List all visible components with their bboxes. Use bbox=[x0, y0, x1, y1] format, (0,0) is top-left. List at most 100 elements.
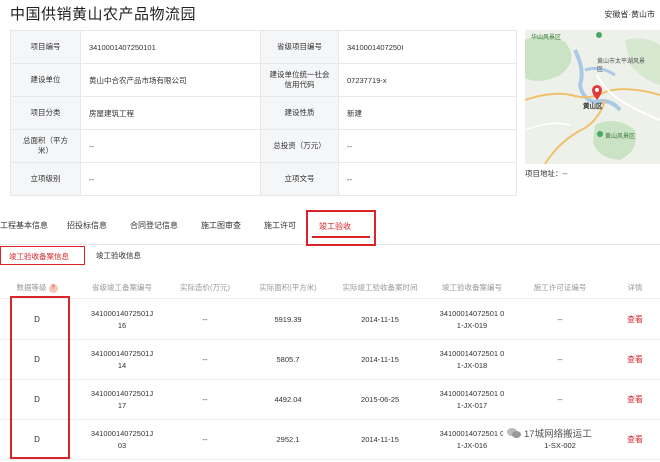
active-tab-underline bbox=[312, 236, 370, 238]
permit-cell: -- bbox=[557, 355, 563, 364]
cost-cell: -- bbox=[202, 435, 208, 444]
prov-no-value: 3410001407250I bbox=[338, 30, 517, 64]
record-no-cell: 34100014072501 0 1-JX-017 bbox=[432, 388, 512, 412]
prov-no-line1: 34100014072501J bbox=[90, 349, 154, 358]
record-no-line2: 1-JX-017 bbox=[456, 401, 488, 410]
record-no-line2: 1-JX-018 bbox=[456, 361, 488, 370]
record-no-line1: 34100014072501 0 bbox=[439, 389, 505, 398]
project-info-table: 项目编号 3410001407250101 省级项目编号 34100014072… bbox=[10, 30, 517, 196]
prov-no-line1: 34100014072501J bbox=[90, 389, 154, 398]
main-tabs: 工程基本信息 招投标信息 合同登记信息 施工图审查 施工许可 竣工验收 bbox=[0, 210, 660, 246]
prov-no-cell: 34100014072501J 17 bbox=[82, 388, 162, 412]
tab-contract[interactable]: 合同登记信息 bbox=[130, 220, 178, 231]
credit-label: 建设单位统一社会信用代码 bbox=[260, 63, 339, 97]
view-detail-link[interactable]: 查看 bbox=[618, 354, 652, 366]
date-cell: 2015-06-25 bbox=[360, 395, 400, 404]
date-cell: 2014-11-15 bbox=[361, 315, 399, 324]
level-label: 立项级别 bbox=[10, 162, 81, 196]
prov-no-cell: 34100014072501J 14 bbox=[82, 348, 162, 372]
cost-cell: -- bbox=[202, 355, 208, 364]
builder-label: 建设单位 bbox=[10, 63, 81, 97]
grade-column-highlight bbox=[10, 296, 70, 459]
tab-completion-acceptance-label: 竣工验收 bbox=[319, 222, 351, 231]
tab-bidding[interactable]: 招投标信息 bbox=[67, 220, 107, 231]
project-address: 项目地址：-- bbox=[525, 168, 568, 179]
prov-no-cell: 34100014072501J 16 bbox=[82, 308, 162, 332]
address-value: -- bbox=[562, 169, 568, 178]
cost-cell: -- bbox=[202, 395, 208, 404]
record-no-line1: 34100014072501 0 bbox=[439, 309, 505, 318]
level-value: -- bbox=[80, 162, 261, 196]
col-date: 实际竣工验收备案时间 bbox=[342, 283, 418, 292]
view-detail-link[interactable]: 查看 bbox=[618, 394, 652, 406]
wechat-icon bbox=[507, 428, 521, 438]
cost-cell: -- bbox=[202, 315, 208, 324]
prov-no-line2: 03 bbox=[117, 441, 127, 450]
prov-no-line1: 34100014072501J bbox=[90, 429, 154, 438]
category-value: 房屋建筑工程 bbox=[80, 96, 261, 130]
date-cell: 2014-11-15 bbox=[361, 435, 399, 444]
docno-value: -- bbox=[338, 162, 517, 196]
record-no-cell: 34100014072501 0 1-JX-018 bbox=[432, 348, 512, 372]
prov-no-cell: 34100014072501J 03 bbox=[82, 428, 162, 452]
invest-value: -- bbox=[338, 129, 517, 163]
permit-cell: -- bbox=[557, 315, 563, 324]
page-title: 中国供销黄山农产品物流园 bbox=[10, 6, 197, 23]
col-record-no: 竣工验收备案编号 bbox=[442, 283, 502, 292]
prov-no-label: 省级项目编号 bbox=[260, 30, 339, 64]
col-cost: 实际造价(万元) bbox=[180, 283, 230, 292]
record-no-cell: 34100014072501 0 1-JX-016 bbox=[432, 428, 512, 452]
map-label-fengjingqu: 黄山风景区 bbox=[605, 134, 636, 140]
col-prov-no: 省级竣工备案编号 bbox=[92, 283, 152, 292]
watermark-text: 17城网络搬运工 bbox=[524, 429, 592, 440]
location-map[interactable]: 华山风景区 黄山市太平湖风景区 黄山区 黄山风景区 bbox=[525, 30, 660, 164]
col-area: 实际面积(平方米) bbox=[259, 283, 317, 292]
docno-label: 立项文号 bbox=[260, 162, 339, 196]
map-label-huashan: 华山风景区 bbox=[531, 35, 562, 41]
tab-basic-info[interactable]: 工程基本信息 bbox=[0, 220, 48, 231]
subtab-acceptance-info[interactable]: 竣工验收信息 bbox=[96, 250, 141, 261]
help-icon[interactable]: ? bbox=[48, 283, 58, 293]
table-row: D 34100014072501J 16 -- 5919.39 2014-11-1… bbox=[0, 300, 660, 340]
col-grade-label: 数据等级 bbox=[16, 283, 47, 292]
tab-construction-permit[interactable]: 施工许可 bbox=[264, 220, 296, 231]
view-detail-link[interactable]: 查看 bbox=[618, 314, 652, 326]
map-label-taiping: 黄山市太平湖风景区 bbox=[597, 59, 646, 73]
area-value: -- bbox=[80, 129, 261, 163]
address-label: 项目地址： bbox=[525, 169, 563, 178]
region-label: 安徽省·黄山市 bbox=[604, 10, 655, 19]
watermark: 17城网络搬运工 bbox=[503, 424, 596, 442]
tab-completion-acceptance[interactable]: 竣工验收 bbox=[306, 210, 376, 246]
area-cell: 4492.04 bbox=[274, 395, 302, 404]
prov-no-line2: 17 bbox=[117, 401, 127, 410]
record-no-cell: 34100014072501 0 1-JX-019 bbox=[432, 308, 512, 332]
area-cell: 5805.7 bbox=[276, 355, 300, 364]
permit-cell: -- bbox=[557, 395, 563, 404]
map-graphic bbox=[525, 30, 660, 164]
tab-drawing-review[interactable]: 施工图审查 bbox=[201, 220, 241, 231]
col-detail: 详情 bbox=[627, 283, 643, 292]
col-grade: 数据等级? bbox=[12, 282, 62, 293]
nature-value: 新建 bbox=[338, 96, 517, 130]
table-row: D 34100014072501J 14 -- 5805.7 2014-11-15… bbox=[0, 340, 660, 380]
area-label: 总面积（平方米） bbox=[10, 129, 81, 163]
record-no-line2: 1-JX-019 bbox=[456, 321, 488, 330]
table-row: D 34100014072501J 17 -- 4492.04 2015-06-2… bbox=[0, 380, 660, 420]
record-no-line1: 34100014072501 0 bbox=[439, 349, 505, 358]
category-label: 项目分类 bbox=[10, 96, 81, 130]
prov-no-line2: 14 bbox=[117, 361, 127, 370]
prov-no-line1: 34100014072501J bbox=[90, 309, 154, 318]
area-cell: 5919.39 bbox=[274, 315, 302, 324]
project-no-value: 3410001407250101 bbox=[80, 30, 261, 64]
project-no-label: 项目编号 bbox=[10, 30, 81, 64]
map-label-huangshanqu: 黄山区 bbox=[583, 103, 603, 110]
area-cell: 2952.1 bbox=[276, 435, 300, 444]
credit-value: 07237719-x bbox=[338, 63, 517, 97]
date-cell: 2014-11-15 bbox=[361, 355, 399, 364]
subtab-record-info[interactable]: 竣工验收备案信息 bbox=[0, 246, 85, 265]
table-header: 数据等级? 省级竣工备案编号 实际造价(万元) 实际面积(平方米) 实际竣工验收… bbox=[0, 275, 660, 299]
record-no-line2: 1-JX-016 bbox=[456, 441, 488, 450]
view-detail-link[interactable]: 查看 bbox=[618, 434, 652, 446]
prov-no-line2: 16 bbox=[117, 321, 127, 330]
col-permit-no: 施工许可证编号 bbox=[533, 283, 587, 292]
